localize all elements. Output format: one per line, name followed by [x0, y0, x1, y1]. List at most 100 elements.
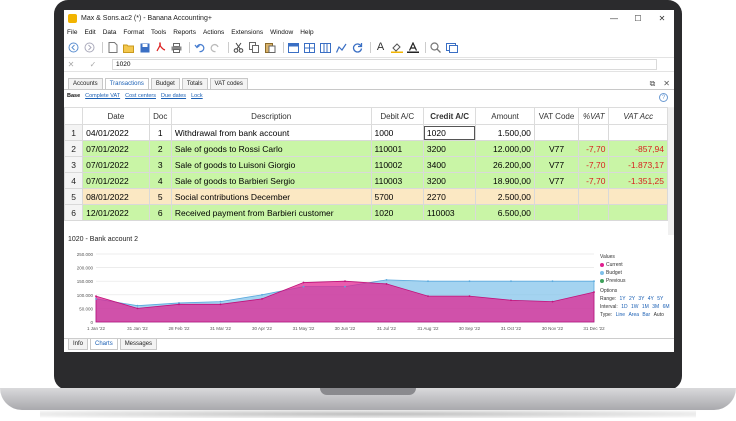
- pdf-icon[interactable]: [154, 41, 167, 54]
- cell-debit[interactable]: 1020: [370, 204, 424, 221]
- legend-budget[interactable]: Budget: [600, 269, 670, 277]
- view-complete-vat[interactable]: Complete VAT: [85, 93, 120, 103]
- column-header-pct-vat[interactable]: %VAT: [578, 107, 610, 125]
- menu-file[interactable]: File: [67, 27, 77, 39]
- cell-doc[interactable]: 4: [148, 172, 172, 189]
- row-number[interactable]: 1: [64, 124, 84, 141]
- view-lock[interactable]: Lock: [191, 93, 203, 103]
- cut-icon[interactable]: [232, 41, 245, 54]
- tab-messages[interactable]: Messages: [119, 339, 158, 350]
- fill-color-icon[interactable]: [390, 41, 403, 54]
- range-5y[interactable]: 5Y: [657, 296, 663, 302]
- cell-desc[interactable]: Withdrawal from bank account: [170, 124, 372, 141]
- column-header-description[interactable]: Description: [170, 107, 372, 125]
- cell-vat[interactable]: [533, 124, 580, 141]
- cell-pvat[interactable]: -7,70: [578, 172, 610, 189]
- cell-desc[interactable]: Sale of goods to Luisoni Giorgio: [170, 156, 372, 173]
- cell-pvat[interactable]: [578, 204, 610, 221]
- cell-desc[interactable]: Social contributions December: [170, 188, 372, 205]
- menu-data[interactable]: Data: [103, 27, 117, 39]
- cell-date[interactable]: 07/01/2022: [82, 172, 150, 189]
- tab-totals[interactable]: Totals: [181, 78, 208, 89]
- minimize-button[interactable]: —: [602, 10, 626, 27]
- menu-edit[interactable]: Edit: [84, 27, 95, 39]
- cell-doc[interactable]: 6: [148, 204, 172, 221]
- tab-accounts[interactable]: Accounts: [68, 78, 103, 89]
- cell-vatacc[interactable]: -857,94: [608, 140, 668, 157]
- paste-icon[interactable]: [264, 41, 277, 54]
- cell-pvat[interactable]: [578, 188, 610, 205]
- cell-edit-input[interactable]: 1020: [112, 59, 657, 70]
- column-header-credit[interactable]: Credit A/C: [422, 107, 477, 125]
- cell-desc[interactable]: Received payment from Barbieri customer: [170, 204, 372, 221]
- cell-amount[interactable]: 1.500,00: [475, 124, 535, 141]
- menu-tools[interactable]: Tools: [151, 27, 166, 39]
- cell-pvat[interactable]: [578, 124, 610, 141]
- search-icon[interactable]: [429, 41, 442, 54]
- save-icon[interactable]: [138, 41, 151, 54]
- row-number[interactable]: 2: [64, 140, 84, 157]
- menu-format[interactable]: Format: [123, 27, 144, 39]
- menu-actions[interactable]: Actions: [203, 27, 224, 39]
- interval-6m[interactable]: 6M: [663, 304, 670, 310]
- table-icon[interactable]: [287, 41, 300, 54]
- cell-doc[interactable]: 2: [148, 140, 172, 157]
- row-number[interactable]: 3: [64, 156, 84, 173]
- type-area[interactable]: Area: [628, 312, 639, 318]
- table-row[interactable]: 1 04/01/2022 1 Withdrawal from bank account…: [64, 124, 668, 141]
- menu-extensions[interactable]: Extensions: [231, 27, 263, 39]
- cell-desc[interactable]: Sale of goods to Rossi Carlo: [170, 140, 372, 157]
- type-bar[interactable]: Bar: [642, 312, 650, 318]
- window-icon[interactable]: [445, 41, 458, 54]
- forward-icon[interactable]: [83, 41, 96, 54]
- redo-icon[interactable]: [209, 41, 222, 54]
- open-icon[interactable]: [122, 41, 135, 54]
- cell-credit[interactable]: 3400: [422, 156, 477, 173]
- cell-vat[interactable]: V77: [533, 156, 580, 173]
- cell-vat[interactable]: [533, 188, 580, 205]
- range-2y[interactable]: 2Y: [629, 296, 635, 302]
- cell-vatacc[interactable]: [608, 124, 668, 141]
- tab-charts[interactable]: Charts: [90, 339, 118, 350]
- cell-credit[interactable]: 110003: [422, 204, 477, 221]
- cell-vatacc[interactable]: [608, 188, 668, 205]
- help-icon[interactable]: ?: [659, 93, 668, 102]
- menu-window[interactable]: Window: [270, 27, 293, 39]
- copy-icon[interactable]: [248, 41, 261, 54]
- chart-icon[interactable]: [335, 41, 348, 54]
- cell-amount[interactable]: 12.000,00: [475, 140, 535, 157]
- cell-debit[interactable]: 5700: [370, 188, 424, 205]
- table-row[interactable]: 3 07/01/2022 3 Sale of goods to Luisoni Gio…: [64, 156, 668, 173]
- cell-vat[interactable]: [533, 204, 580, 221]
- cell-credit[interactable]: 1020: [422, 124, 477, 141]
- cell-date[interactable]: 04/01/2022: [82, 124, 150, 141]
- cell-debit[interactable]: 110002: [370, 156, 424, 173]
- cell-doc[interactable]: 3: [148, 156, 172, 173]
- view-base[interactable]: Base: [67, 93, 80, 103]
- text-color-icon[interactable]: [406, 41, 419, 54]
- cell-date[interactable]: 08/01/2022: [82, 188, 150, 205]
- columns-icon[interactable]: [319, 41, 332, 54]
- cell-amount[interactable]: 26.200,00: [475, 156, 535, 173]
- view-due-dates[interactable]: Due dates: [161, 93, 186, 103]
- type-line[interactable]: Line: [616, 312, 625, 318]
- cell-vat[interactable]: V77: [533, 172, 580, 189]
- tab-transactions[interactable]: Transactions: [104, 78, 149, 89]
- cell-amount[interactable]: 6.500,00: [475, 204, 535, 221]
- cell-vatacc[interactable]: [608, 204, 668, 221]
- cell-date[interactable]: 12/01/2022: [82, 204, 150, 221]
- interval-1w[interactable]: 1W: [631, 304, 639, 310]
- interval-3m[interactable]: 3M: [652, 304, 659, 310]
- tab-info[interactable]: Info: [68, 339, 89, 350]
- cell-date[interactable]: 07/01/2022: [82, 156, 150, 173]
- cell-vatacc[interactable]: -1.351,25: [608, 172, 668, 189]
- cell-amount[interactable]: 2.500,00: [475, 188, 535, 205]
- cell-credit[interactable]: 2270: [422, 188, 477, 205]
- legend-current[interactable]: Current: [600, 261, 670, 269]
- range-4y[interactable]: 4Y: [648, 296, 654, 302]
- new-icon[interactable]: [106, 41, 119, 54]
- cell-vatacc[interactable]: -1.873,17: [608, 156, 668, 173]
- column-header-doc[interactable]: Doc: [148, 107, 172, 125]
- cell-debit[interactable]: 110003: [370, 172, 424, 189]
- back-icon[interactable]: [67, 41, 80, 54]
